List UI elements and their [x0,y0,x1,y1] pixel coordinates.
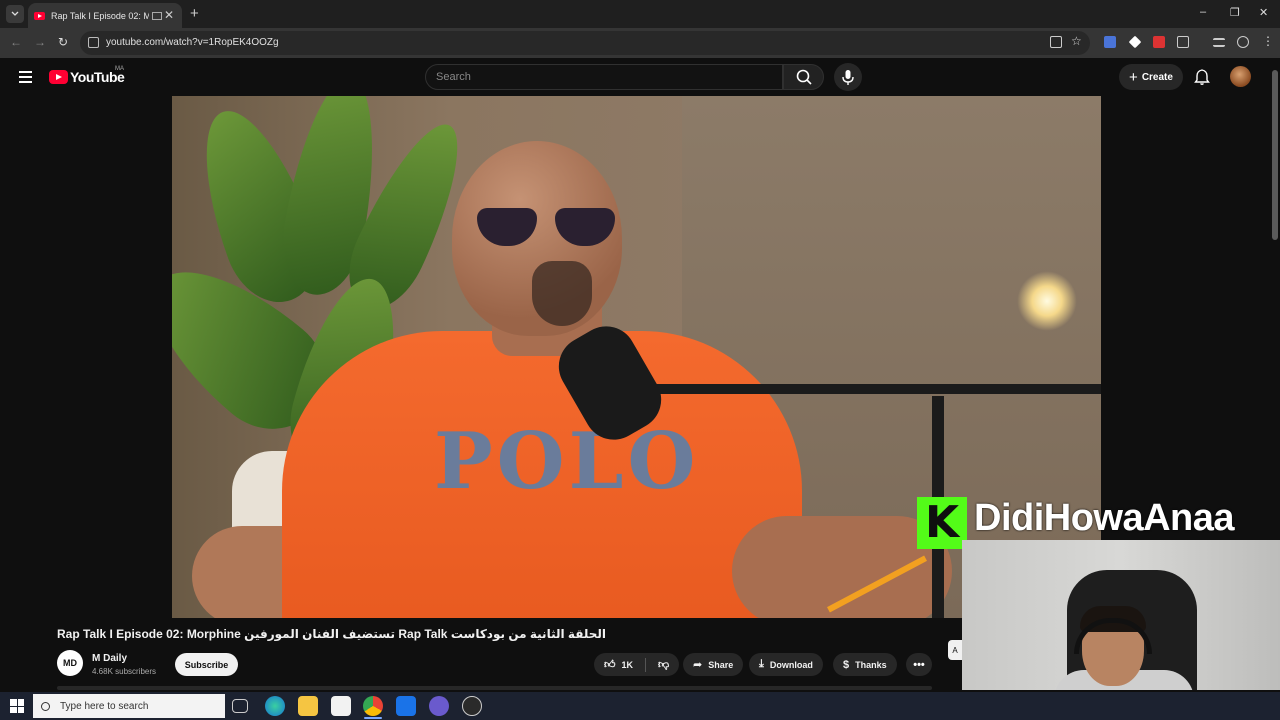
youtube-header: YouTube MA + Create [0,58,1270,96]
subscriber-count: 4.68K subscribers [92,667,157,676]
description-box-edge[interactable] [57,686,932,690]
kick-logo-icon: K [917,497,967,549]
taskbar-search-label[interactable]: Type here to search [60,701,148,712]
url-text[interactable]: youtube.com/watch?v=1RopEK4OOZg [106,37,279,48]
like-count[interactable]: 1K [622,660,634,670]
notifications-bell-icon[interactable] [1193,68,1211,86]
video-sunglasses [477,208,617,248]
active-app-indicator [364,717,382,719]
account-avatar[interactable] [1230,66,1251,87]
task-view-icon[interactable] [232,699,248,713]
microsoft-store-icon[interactable] [331,696,351,716]
install-app-icon[interactable] [1050,36,1062,48]
search-box[interactable] [425,64,783,90]
extension-red-icon[interactable] [1153,36,1165,48]
profile-icon[interactable] [1237,36,1249,48]
share-label: Share [708,659,734,670]
minimize-button[interactable]: – [1200,6,1206,18]
tab-search-button[interactable] [6,5,24,23]
menu-icon[interactable] [19,71,32,83]
media-cast-icon[interactable] [152,11,162,20]
file-explorer-icon[interactable] [298,696,318,716]
browser-tab-active[interactable]: Rap Talk I Episode 02: Morp ✕ [28,3,182,28]
browser-menu-icon[interactable]: ⋮ [1262,34,1274,48]
thanks-icon: $ [843,658,850,671]
channel-name[interactable]: M Daily [92,653,127,664]
download-button[interactable]: ⤓ Download [749,653,823,676]
like-dislike-group: 👍︎ 1K 👎︎ [594,653,680,676]
channel-avatar[interactable]: MD [57,650,83,676]
app-purple-icon[interactable] [429,696,449,716]
like-divider [645,657,647,672]
video-mic-arm [652,384,1101,394]
country-code: MA [115,66,124,72]
site-info-icon[interactable] [88,37,99,48]
edge-browser-icon[interactable] [265,696,285,716]
plus-icon: + [1129,68,1138,86]
close-window-button[interactable]: ✕ [1259,6,1268,19]
side-chip[interactable]: A [948,640,962,660]
video-beard [532,261,592,326]
create-label: Create [1141,71,1173,83]
dislike-icon[interactable]: 👎︎ [658,658,669,671]
search-icon [796,69,812,85]
share-button[interactable]: ➦ Share [683,653,744,676]
youtube-favicon-icon [34,11,45,20]
search-button[interactable] [783,64,824,90]
scrollbar-thumb[interactable] [1272,70,1278,240]
download-label: Download [769,659,813,670]
windows-taskbar: Type here to search [0,692,1280,720]
taskbar-search[interactable]: Type here to search [33,694,225,718]
windows-start-icon[interactable] [10,699,24,713]
video-lamp-glow [1017,271,1077,331]
more-actions-button[interactable]: ••• [906,653,932,676]
microphone-icon [842,70,854,85]
browser-tabstrip: Rap Talk I Episode 02: Morp ✕ + – ❐ ✕ [0,0,1280,28]
new-tab-button[interactable]: + [190,5,199,22]
youtube-logo[interactable]: YouTube MA [49,66,125,85]
chrome-browser-icon[interactable] [363,696,383,716]
webcam-overlay [962,540,1280,690]
extension-diamond-icon[interactable] [1128,35,1142,49]
like-icon[interactable]: 👍︎ [604,658,616,671]
address-bar[interactable]: youtube.com/watch?v=1RopEK4OOZg [80,31,1090,55]
maximize-button[interactable]: ❐ [1230,6,1240,19]
reload-icon[interactable]: ↻ [58,35,68,49]
youtube-play-icon [49,70,68,84]
subscribe-button[interactable]: Subscribe [175,653,238,676]
streamer-name: DidiHowaAnaa [974,497,1235,539]
voice-search-button[interactable] [834,63,862,91]
forward-icon[interactable]: → [34,35,46,49]
translate-extension-icon[interactable] [1104,36,1116,48]
thanks-button[interactable]: $ Thanks [833,653,897,676]
browser-toolbar: ← → ↻ youtube.com/watch?v=1RopEK4OOZg ☆ … [0,28,1280,58]
thanks-label: Thanks [855,659,887,670]
media-controls-icon[interactable] [1213,38,1225,47]
obs-studio-icon[interactable] [462,696,482,716]
taskbar-search-icon [41,701,50,711]
chevron-down-icon [11,11,19,16]
share-icon: ➦ [693,659,703,671]
shirt-print: POLO [434,416,700,507]
extensions-puzzle-icon[interactable] [1177,36,1189,48]
back-icon[interactable]: ← [10,35,22,49]
outlook-icon[interactable] [396,696,416,716]
tab-close-icon[interactable]: ✕ [164,8,174,22]
search-input[interactable] [426,65,782,89]
create-button[interactable]: + Create [1119,64,1183,90]
download-icon: ⤓ [759,658,764,670]
tab-title: Rap Talk I Episode 02: Morp [51,10,149,21]
bookmark-star-icon[interactable]: ☆ [1071,34,1082,48]
video-title: Rap Talk I Episode 02: Morphine تستضيف ا… [57,627,607,641]
